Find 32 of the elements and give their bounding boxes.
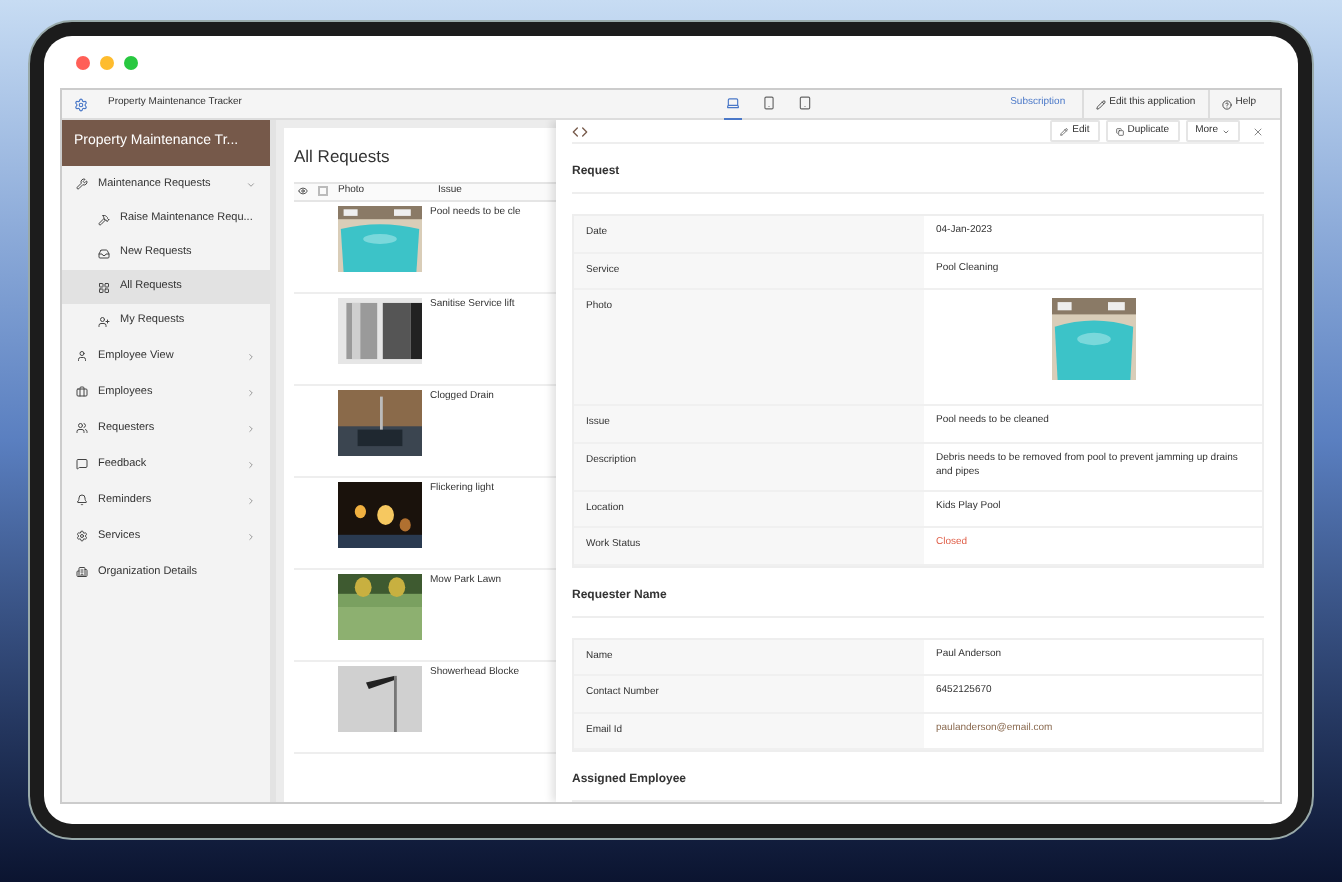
chevron-right-icon (246, 495, 256, 505)
grid-icon (98, 281, 110, 293)
close-icon[interactable] (1252, 125, 1264, 137)
add-person-icon (98, 315, 110, 327)
chat-icon (76, 458, 88, 470)
select-all-checkbox[interactable] (318, 186, 328, 197)
chevron-right-icon (246, 531, 256, 541)
laptop-icon (725, 96, 740, 110)
hammer-icon (98, 213, 110, 225)
chevron-down-icon (246, 179, 256, 189)
chevron-right-icon (246, 387, 256, 397)
chevron-right-icon (246, 351, 256, 361)
list-title: All Requests (294, 144, 390, 170)
pencil-icon (1060, 127, 1069, 135)
navigate-icon[interactable] (572, 123, 588, 139)
visibility-icon[interactable] (298, 186, 308, 197)
chevron-right-icon (246, 423, 256, 433)
gear-icon (76, 530, 88, 542)
briefcase-icon (76, 386, 88, 398)
person-icon (76, 350, 88, 362)
phone-icon (761, 96, 776, 110)
chevron-right-icon (246, 459, 256, 469)
copy-icon (1115, 127, 1124, 135)
tablet-icon (797, 96, 812, 110)
help-icon (1221, 99, 1232, 109)
app-logo-icon (74, 97, 88, 111)
bell-icon (76, 494, 88, 506)
wrench-icon (76, 178, 88, 190)
inbox-icon (98, 247, 110, 259)
building-icon (76, 566, 88, 578)
pencil-icon (1095, 99, 1106, 109)
people-icon (76, 422, 88, 434)
